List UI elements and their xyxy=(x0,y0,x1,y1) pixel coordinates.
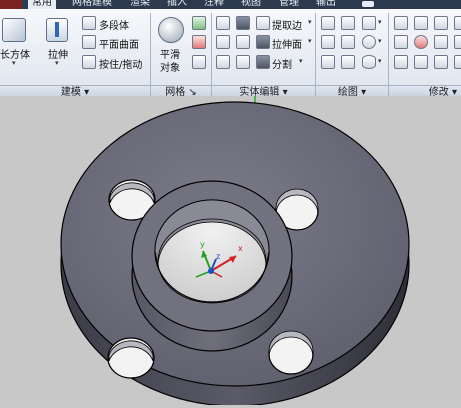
panel-separator xyxy=(150,13,151,95)
minimize-ribbon-icon[interactable] xyxy=(362,1,374,7)
extrude-icon-arrow xyxy=(55,22,59,37)
ellipse-icon[interactable] xyxy=(362,55,376,69)
extrude-faces-label[interactable]: 拉伸面 xyxy=(272,36,302,51)
rectangle-icon[interactable] xyxy=(341,55,355,69)
tab-output[interactable]: 输出 xyxy=(316,0,336,9)
bolt-hole xyxy=(268,330,314,375)
extract-edges-dropdown-icon[interactable]: ▾ xyxy=(308,18,312,26)
circle-dropdown-icon[interactable]: ▾ xyxy=(378,37,382,45)
spline-icon[interactable] xyxy=(321,35,335,49)
subtract-icon[interactable] xyxy=(216,35,230,49)
extrude-faces-dropdown-icon[interactable]: ▾ xyxy=(308,37,312,45)
extract-edges-icon[interactable] xyxy=(256,16,270,30)
circle-icon[interactable] xyxy=(362,35,376,49)
separate-dropdown-icon[interactable]: ▾ xyxy=(299,57,303,65)
refine-mesh-icon[interactable] xyxy=(192,55,206,69)
rotate-icon[interactable] xyxy=(434,35,448,49)
3d-array-icon[interactable] xyxy=(394,35,408,49)
ucs-z-label: z xyxy=(216,252,220,261)
polysolid-icon[interactable] xyxy=(82,16,96,30)
tab-annotate[interactable]: 注释 xyxy=(204,0,224,9)
fillet-icon[interactable] xyxy=(394,16,408,30)
ribbon: 长方体 ▾ 拉伸 ▾ 多段体 平面曲面 按住/拖动 建模 ▾ 平滑 对象 网格 … xyxy=(0,9,461,100)
union-icon[interactable] xyxy=(216,16,230,30)
extend-icon[interactable] xyxy=(454,55,461,69)
box-dropdown-icon[interactable]: ▾ xyxy=(12,59,16,67)
arc-icon[interactable] xyxy=(362,16,376,30)
trim-icon[interactable] xyxy=(454,35,461,49)
thicken-icon[interactable] xyxy=(236,55,250,69)
panel-separator xyxy=(211,13,212,95)
intersect-icon[interactable] xyxy=(216,55,230,69)
panel-separator xyxy=(315,13,316,95)
tab-mesh-modeling[interactable]: 网格建模 xyxy=(72,0,112,9)
mirror-3d-icon[interactable] xyxy=(414,55,428,69)
separate-icon[interactable] xyxy=(256,55,270,69)
presspull-icon[interactable] xyxy=(82,55,96,69)
line-icon[interactable] xyxy=(341,35,355,49)
tab-manage[interactable]: 管理 xyxy=(279,0,299,9)
mesh-smooth-less-icon[interactable] xyxy=(192,35,206,49)
object-label[interactable]: 对象 xyxy=(160,59,180,74)
polygon-icon[interactable] xyxy=(321,55,335,69)
flange-3d-model[interactable]: x y z xyxy=(0,96,461,407)
move-icon[interactable] xyxy=(434,16,448,30)
interfere-icon[interactable] xyxy=(236,16,250,30)
offset-icon[interactable] xyxy=(414,35,428,49)
planar-surface-icon[interactable] xyxy=(82,35,96,49)
planar-surface-label[interactable]: 平面曲面 xyxy=(99,36,139,51)
box-icon[interactable] xyxy=(2,18,26,42)
panel-separator xyxy=(388,13,389,95)
ribbon-tab-bar: 常用 网格建模 渲染 插入 注释 视图 管理 输出 xyxy=(0,0,461,9)
drawing-viewport[interactable]: x y z xyxy=(0,96,461,407)
extrude-dropdown-icon[interactable]: ▾ xyxy=(55,59,59,67)
ellipse-dropdown-icon[interactable]: ▾ xyxy=(378,57,382,65)
more-modify-icon[interactable] xyxy=(454,16,461,30)
application-menu-button[interactable] xyxy=(0,0,22,9)
tab-home[interactable]: 常用 xyxy=(28,0,56,9)
align-icon[interactable] xyxy=(434,55,448,69)
arc-dropdown-icon[interactable]: ▾ xyxy=(378,18,382,26)
polysolid-label[interactable]: 多段体 xyxy=(99,17,129,32)
extract-edges-label[interactable]: 提取边 xyxy=(272,17,302,32)
tab-render[interactable]: 渲染 xyxy=(130,0,150,9)
mesh-smooth-more-icon[interactable] xyxy=(192,16,206,30)
presspull-label[interactable]: 按住/拖动 xyxy=(99,56,142,71)
3d-rotate-icon[interactable] xyxy=(414,16,428,30)
polyline-icon[interactable] xyxy=(321,16,335,30)
ucs-y-label: y xyxy=(200,240,205,249)
separate-label[interactable]: 分割 xyxy=(272,56,292,71)
region-icon[interactable] xyxy=(341,16,355,30)
smooth-object-icon[interactable] xyxy=(158,17,184,43)
bolt-hole xyxy=(107,337,155,379)
ucs-x-label: x xyxy=(238,244,243,253)
tab-insert[interactable]: 插入 xyxy=(167,0,187,9)
array-icon[interactable] xyxy=(394,55,408,69)
extrude-faces-icon[interactable] xyxy=(256,35,270,49)
tab-view[interactable]: 视图 xyxy=(241,0,261,9)
slice-icon[interactable] xyxy=(236,35,250,49)
